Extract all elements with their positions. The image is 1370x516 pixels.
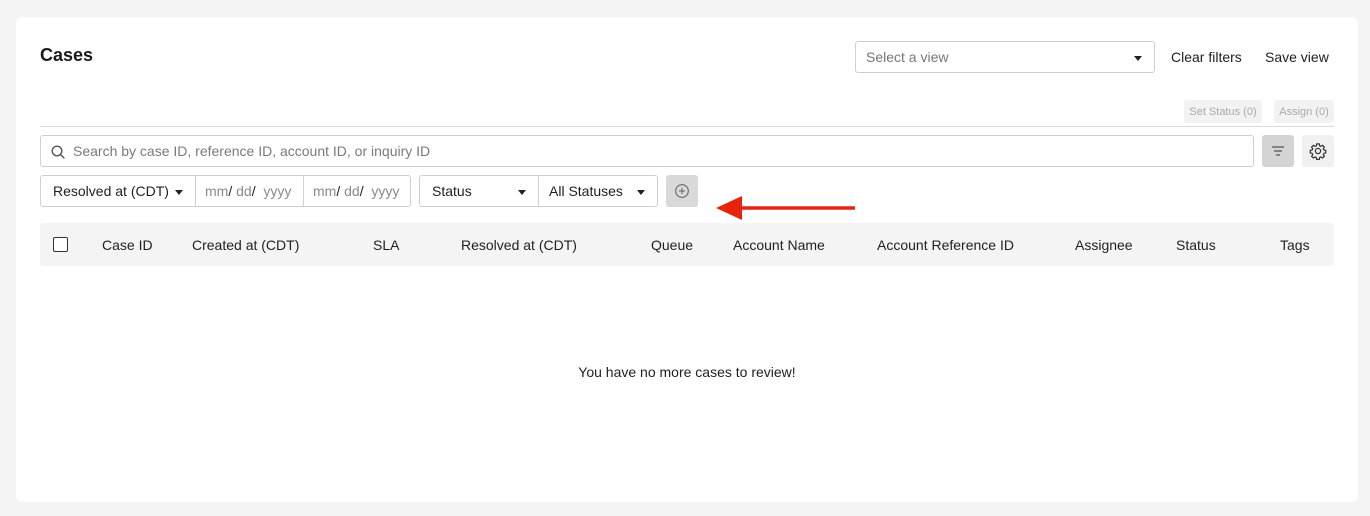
caret-down-icon <box>637 190 645 195</box>
settings-button[interactable] <box>1302 135 1334 167</box>
set-status-button[interactable]: Set Status (0) <box>1184 100 1262 123</box>
column-header-status[interactable]: Status <box>1176 237 1216 253</box>
search-placeholder: Search by case ID, reference ID, account… <box>73 143 431 159</box>
status-field-select[interactable]: Status <box>419 175 539 207</box>
annotation-arrow <box>716 196 855 220</box>
date-to-month: mm <box>313 183 337 199</box>
gear-icon <box>1309 143 1327 160</box>
search-icon <box>51 145 65 159</box>
date-separator: / <box>336 183 345 199</box>
date-separator: / <box>359 183 372 199</box>
save-view-button[interactable]: Save view <box>1265 49 1329 65</box>
date-from-day: dd <box>236 183 252 199</box>
table-header: Case ID Created at (CDT) SLA Resolved at… <box>40 223 1334 266</box>
caret-down-icon <box>518 190 526 195</box>
select-all-checkbox[interactable] <box>53 237 68 252</box>
date-to-year: yyyy <box>371 183 400 199</box>
status-field-label: Status <box>432 183 472 199</box>
column-header-queue[interactable]: Queue <box>651 237 693 253</box>
date-field-select[interactable]: Resolved at (CDT) <box>40 175 196 207</box>
column-header-account-name[interactable]: Account Name <box>733 237 825 253</box>
assign-button[interactable]: Assign (0) <box>1274 100 1334 123</box>
caret-down-icon <box>175 190 183 195</box>
date-from-month: mm <box>205 183 229 199</box>
column-header-account-reference-id[interactable]: Account Reference ID <box>877 237 1014 253</box>
view-select[interactable]: Select a view <box>855 41 1155 73</box>
date-from-year: yyyy <box>263 183 292 199</box>
divider <box>40 126 1334 127</box>
column-header-created-at[interactable]: Created at (CDT) <box>192 237 299 253</box>
add-filter-button[interactable] <box>666 175 698 207</box>
caret-down-icon <box>1134 56 1142 61</box>
date-separator: / <box>228 183 237 199</box>
date-separator: / <box>251 183 264 199</box>
date-to-day: dd <box>344 183 360 199</box>
search-input[interactable]: Search by case ID, reference ID, account… <box>40 135 1254 167</box>
add-circle-icon <box>675 184 689 198</box>
date-to-input[interactable]: mm / dd / yyyy <box>303 175 411 207</box>
column-header-assignee[interactable]: Assignee <box>1075 237 1133 253</box>
column-header-sla[interactable]: SLA <box>373 237 399 253</box>
column-header-tags[interactable]: Tags <box>1280 237 1310 253</box>
clear-filters-button[interactable]: Clear filters <box>1171 49 1242 65</box>
status-value-label: All Statuses <box>549 183 623 199</box>
cases-card: Cases Select a view Clear filters Save v… <box>16 17 1358 502</box>
empty-state-message: You have no more cases to review! <box>578 364 796 380</box>
filter-icon <box>1272 146 1284 156</box>
filter-button[interactable] <box>1262 135 1294 167</box>
view-select-placeholder: Select a view <box>866 49 949 65</box>
column-header-case-id[interactable]: Case ID <box>102 237 153 253</box>
date-field-label: Resolved at (CDT) <box>53 183 169 199</box>
page-title: Cases <box>40 45 94 65</box>
column-header-resolved-at[interactable]: Resolved at (CDT) <box>461 237 577 253</box>
date-from-input[interactable]: mm / dd / yyyy <box>195 175 304 207</box>
status-value-select[interactable]: All Statuses <box>538 175 658 207</box>
